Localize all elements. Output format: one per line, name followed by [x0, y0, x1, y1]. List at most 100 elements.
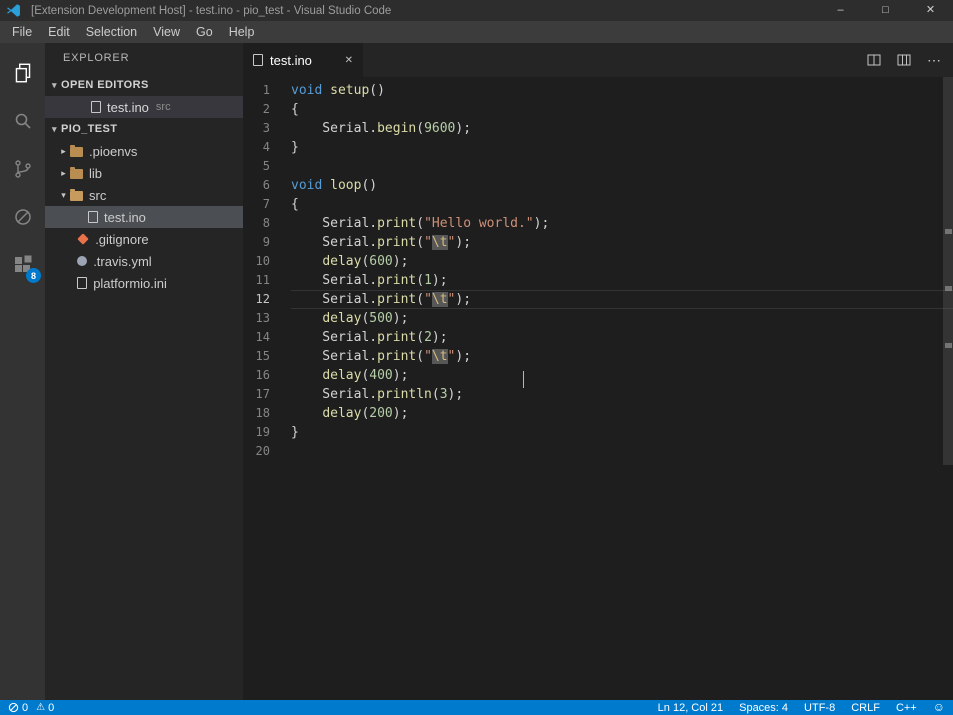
window-title: [Extension Development Host] - test.ino …: [31, 5, 818, 17]
line-content: Serial.print("Hello world.");: [291, 214, 953, 233]
token-k: void: [291, 178, 322, 193]
code-line[interactable]: 17 Serial.println(3);: [243, 385, 953, 404]
chevron-down-icon: ▾: [57, 190, 70, 201]
overview-ruler-mark: [945, 343, 952, 348]
line-number: 18: [243, 404, 291, 423]
code-line[interactable]: 16 delay(400);: [243, 366, 953, 385]
tree-item-label: .travis.yml: [93, 254, 152, 269]
tree-item-src[interactable]: ▾ src: [45, 184, 243, 206]
vscode-logo-icon: [6, 3, 22, 19]
menu-item-go[interactable]: Go: [188, 25, 221, 39]
token-n: 400: [369, 368, 392, 383]
token-p: Serial.: [291, 216, 377, 231]
window-controls: – □ ✕: [818, 0, 953, 21]
token-p: [291, 254, 322, 269]
tree-item-travis-yml[interactable]: .travis.yml: [45, 250, 243, 272]
token-f: print: [377, 330, 416, 345]
token-n: 600: [369, 254, 392, 269]
menu-item-file[interactable]: File: [4, 25, 40, 39]
tab-test-ino[interactable]: test.ino ✕: [243, 43, 363, 77]
token-n: 3: [440, 387, 448, 402]
menu-item-help[interactable]: Help: [221, 25, 263, 39]
status-indentation[interactable]: Spaces: 4: [739, 702, 788, 714]
open-editor-item-test-ino[interactable]: test.ino src: [45, 96, 243, 118]
problems-indicator[interactable]: 0 ⚠ 0: [8, 702, 62, 714]
tree-item-lib[interactable]: ▸lib: [45, 162, 243, 184]
code-line[interactable]: 7{: [243, 195, 953, 214]
token-e: \t: [432, 349, 448, 364]
code-line[interactable]: 13 delay(500);: [243, 309, 953, 328]
code-line[interactable]: 2{: [243, 100, 953, 119]
tree-item-label: .pioenvs: [89, 144, 137, 159]
line-number: 6: [243, 176, 291, 195]
token-n: 500: [369, 311, 392, 326]
sidebar-title: EXPLORER: [45, 43, 243, 74]
code-line[interactable]: 18 delay(200);: [243, 404, 953, 423]
code-line[interactable]: 4}: [243, 138, 953, 157]
status-language-mode[interactable]: C++: [896, 702, 917, 714]
token-p: [322, 178, 330, 193]
token-p: (: [416, 292, 424, 307]
token-s: ": [424, 235, 432, 250]
tree-item-label: src: [89, 188, 106, 203]
code-line[interactable]: 12 Serial.print("\t");: [243, 290, 953, 309]
code-line[interactable]: 19}: [243, 423, 953, 442]
title-bar: [Extension Development Host] - test.ino …: [0, 0, 953, 21]
tree-item-test-ino[interactable]: test.ino: [45, 206, 243, 228]
maximize-button[interactable]: □: [863, 0, 908, 21]
tree-item-gitignore[interactable]: .gitignore: [45, 228, 243, 250]
file-icon: [77, 277, 87, 289]
code-line[interactable]: 9 Serial.print("\t");: [243, 233, 953, 252]
status-encoding[interactable]: UTF-8: [804, 702, 835, 714]
scrollbar[interactable]: [943, 77, 953, 465]
token-p: {: [291, 197, 299, 212]
code-line[interactable]: 11 Serial.print(1);: [243, 271, 953, 290]
tab-close-icon[interactable]: ✕: [345, 55, 353, 66]
close-button[interactable]: ✕: [908, 0, 953, 21]
code-line[interactable]: 10 delay(600);: [243, 252, 953, 271]
git-icon: [78, 233, 89, 244]
search-icon[interactable]: [0, 97, 45, 145]
code-line[interactable]: 1void setup(): [243, 81, 953, 100]
explorer-icon[interactable]: [0, 49, 45, 97]
extensions-icon[interactable]: 8: [0, 241, 45, 289]
code-line[interactable]: 15 Serial.print("\t");: [243, 347, 953, 366]
token-f: print: [377, 216, 416, 231]
file-icon: [88, 211, 98, 223]
open-editors-header[interactable]: ▾ OPEN EDITORS: [45, 74, 243, 96]
source-control-icon[interactable]: [0, 145, 45, 193]
feedback-smiley-icon[interactable]: ☺: [933, 700, 945, 715]
code-line[interactable]: 5: [243, 157, 953, 176]
token-p: (): [369, 83, 385, 98]
split-editor-icon[interactable]: [867, 53, 881, 67]
token-n: 2: [424, 330, 432, 345]
token-s: "Hello world.": [424, 216, 534, 231]
menu-item-selection[interactable]: Selection: [78, 25, 145, 39]
folder-open-icon: [70, 191, 83, 201]
minimize-button[interactable]: –: [818, 0, 863, 21]
menu-item-edit[interactable]: Edit: [40, 25, 78, 39]
editor-actions: ⋯: [851, 43, 953, 77]
file-tree: ▸.pioenvs▸lib ▾ src test.ino .gitignore .trav…: [45, 140, 243, 294]
code-line[interactable]: 20: [243, 442, 953, 461]
tree-item-pioenvs[interactable]: ▸.pioenvs: [45, 140, 243, 162]
debug-icon[interactable]: [0, 193, 45, 241]
code-line[interactable]: 8 Serial.print("Hello world.");: [243, 214, 953, 233]
more-actions-icon[interactable]: ⋯: [927, 52, 941, 69]
folder-section-header[interactable]: ▾ PIO_TEST: [45, 118, 243, 140]
code-line[interactable]: 3 Serial.begin(9600);: [243, 119, 953, 138]
menu-item-view[interactable]: View: [145, 25, 188, 39]
token-n: 1: [424, 273, 432, 288]
code-editor[interactable]: 1void setup()2{3 Serial.begin(9600);4}56…: [243, 77, 953, 700]
token-p: [291, 368, 322, 383]
token-f: print: [377, 349, 416, 364]
token-s: ": [424, 349, 432, 364]
token-f: print: [377, 292, 416, 307]
code-line[interactable]: 14 Serial.print(2);: [243, 328, 953, 347]
status-cursor-position[interactable]: Ln 12, Col 21: [658, 702, 723, 714]
toggle-layout-icon[interactable]: [897, 53, 911, 67]
code-line[interactable]: 6void loop(): [243, 176, 953, 195]
tree-item-label: test.ino: [104, 210, 146, 225]
status-eol[interactable]: CRLF: [851, 702, 880, 714]
tree-item-platformio-ini[interactable]: platformio.ini: [45, 272, 243, 294]
